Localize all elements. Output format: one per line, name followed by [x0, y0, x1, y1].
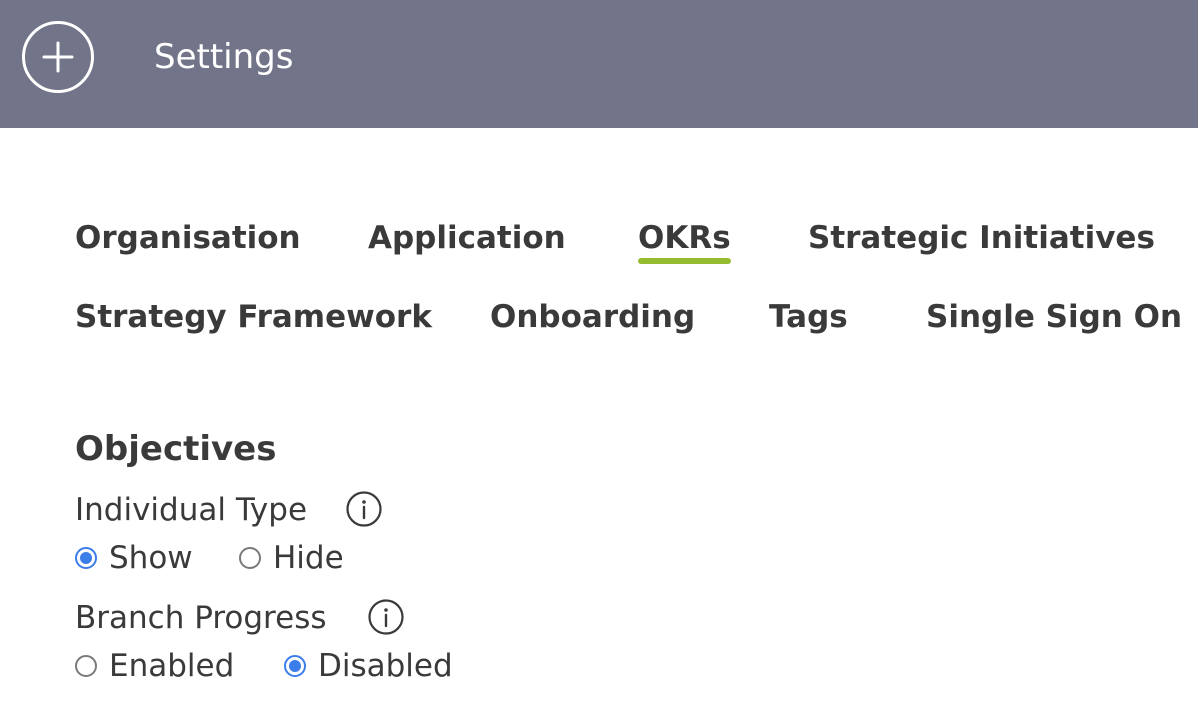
setting-label-individual-type: Individual Type [75, 492, 308, 528]
tab-onboarding[interactable]: Onboarding [490, 297, 695, 337]
tab-strategy-framework[interactable]: Strategy Framework [75, 297, 432, 337]
radio-individual-type-hide[interactable]: Hide [239, 538, 344, 578]
radio-indicator[interactable] [284, 655, 306, 677]
tab-label: Organisation [75, 220, 301, 256]
plus-circle-icon [42, 41, 74, 73]
info-icon[interactable] [368, 599, 404, 635]
setting-label-branch-progress: Branch Progress [75, 600, 327, 636]
app-header: Settings [0, 0, 1198, 128]
radio-label: Hide [273, 540, 344, 576]
page-title: Settings [154, 37, 294, 77]
tab-okrs[interactable]: OKRs [638, 218, 731, 264]
section-title: Objectives [75, 429, 277, 469]
tab-label: Single Sign On [926, 299, 1183, 335]
info-icon[interactable] [346, 491, 382, 527]
tab-label: OKRs [638, 220, 731, 256]
radio-indicator[interactable] [75, 547, 97, 569]
tab-label: Application [368, 220, 566, 256]
tab-strategic-initiatives[interactable]: Strategic Initiatives [808, 218, 1155, 258]
radio-indicator[interactable] [239, 547, 261, 569]
tab-single-sign-on[interactable]: Single Sign On [926, 297, 1182, 337]
tab-application[interactable]: Application [368, 218, 566, 258]
radio-label: Disabled [318, 648, 453, 684]
radio-branch-progress-disabled[interactable]: Disabled [284, 646, 453, 686]
tab-label: Onboarding [490, 299, 696, 335]
radio-label: Show [109, 540, 193, 576]
add-button[interactable] [22, 21, 94, 93]
radio-indicator[interactable] [75, 655, 97, 677]
radio-branch-progress-enabled[interactable]: Enabled [75, 646, 234, 686]
radio-individual-type-show[interactable]: Show [75, 538, 193, 578]
radio-label: Enabled [109, 648, 235, 684]
tab-label: Strategic Initiatives [808, 220, 1155, 256]
active-tab-underline [638, 258, 731, 264]
tab-organisation[interactable]: Organisation [75, 218, 301, 258]
tab-tags[interactable]: Tags [769, 297, 848, 337]
tab-label: Strategy Framework [75, 299, 432, 335]
tab-label: Tags [769, 299, 848, 335]
